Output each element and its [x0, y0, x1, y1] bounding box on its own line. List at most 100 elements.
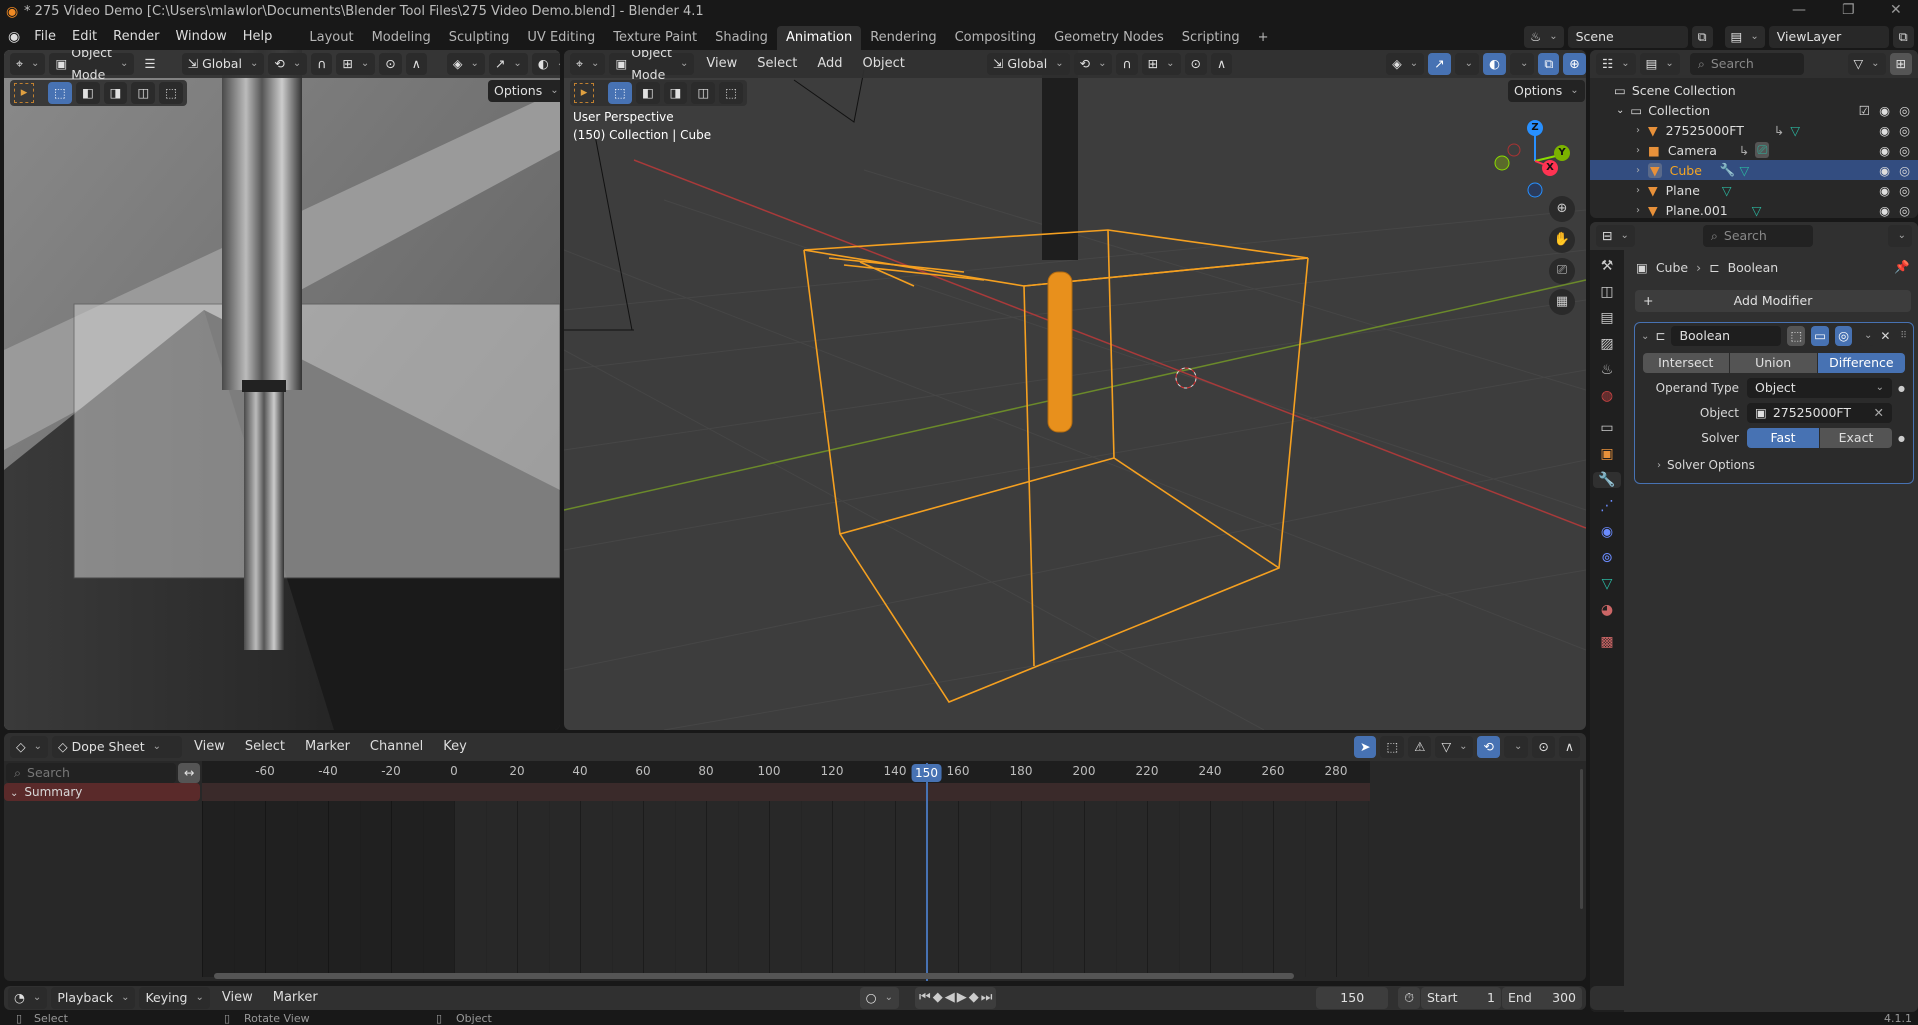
- operand-type-dropdown[interactable]: Object: [1747, 378, 1892, 398]
- tab-sculpting[interactable]: Sculpting: [440, 26, 519, 50]
- jump-to-end-icon[interactable]: ⏭: [981, 987, 993, 1009]
- pivot-icon[interactable]: ⟲: [268, 53, 308, 75]
- select-new-icon[interactable]: ⬚: [48, 82, 72, 104]
- render-camera-icon[interactable]: ◎: [1899, 143, 1910, 158]
- start-frame-field[interactable]: Start 1: [1421, 987, 1501, 1009]
- proportional-falloff-icon[interactable]: ∧: [1210, 53, 1233, 75]
- dopesheet-filter-icon[interactable]: ▽: [1435, 736, 1474, 758]
- menu-window[interactable]: Window: [167, 26, 234, 48]
- viewport-editor-type-icon[interactable]: ⌖: [570, 53, 606, 75]
- expand-arrow-icon[interactable]: ›: [1636, 165, 1640, 176]
- modifier-tab-icon[interactable]: 🔧: [1593, 472, 1621, 488]
- proportional-edit-icon[interactable]: ⊙: [379, 53, 402, 75]
- render-camera-icon[interactable]: ◎: [1899, 203, 1910, 218]
- eye-icon[interactable]: ◉: [1879, 103, 1890, 118]
- outliner-item-selected[interactable]: › ▼ Cube 🔧 ▽ ◉ ◎: [1590, 160, 1918, 180]
- viewlayer-browse-icon[interactable]: ▤: [1724, 26, 1765, 48]
- snap-icon[interactable]: ∩: [311, 53, 333, 75]
- gizmo-icon[interactable]: ↗: [488, 53, 528, 75]
- editor-type-icon[interactable]: ⌖: [10, 53, 46, 75]
- dopesheet-grid[interactable]: [202, 801, 1370, 977]
- viewport-display-toggle-icon[interactable]: ▭: [1811, 326, 1830, 346]
- outliner-item[interactable]: › ▼ 27525000FT ↳ ▽ ◉ ◎: [1590, 120, 1918, 140]
- horizontal-scrollbar[interactable]: [214, 973, 1294, 979]
- render-mode-dropdown[interactable]: ▣ Object Mode: [49, 50, 135, 82]
- select-extend-icon[interactable]: ◧: [635, 82, 660, 104]
- render-preview-viewport[interactable]: ⌖ ▣Object Mode ☰ ⇲Global ⟲ ∩ ⊞ ⊙ ∧ ◈ ↗ ◐…: [4, 50, 560, 730]
- dopesheet-falloff-icon[interactable]: ∧: [1558, 736, 1580, 758]
- modifier-name-field[interactable]: Boolean: [1671, 326, 1782, 346]
- clear-object-icon[interactable]: ✕: [1874, 403, 1884, 423]
- world-tab-icon[interactable]: ◍: [1601, 388, 1613, 404]
- snap-toggle-icon[interactable]: ∩: [1116, 53, 1138, 75]
- collapse-arrow-icon[interactable]: ⌄: [10, 788, 18, 799]
- properties-editor-type-icon[interactable]: ⊟: [1596, 225, 1635, 247]
- pan-hand-icon[interactable]: ✋: [1549, 227, 1575, 253]
- display-mode-icon[interactable]: ▤: [1639, 53, 1680, 75]
- overlay-icon[interactable]: ◐: [531, 53, 560, 75]
- select-invert-icon[interactable]: ◫: [691, 82, 716, 104]
- object-picker-field[interactable]: ▣ 27525000FT ✕: [1747, 403, 1892, 423]
- gizmo-y-axis[interactable]: Y: [1554, 145, 1570, 161]
- keyframe-dot-icon[interactable]: ●: [1898, 384, 1905, 393]
- keyframe-dot-icon[interactable]: ●: [1898, 434, 1905, 443]
- current-frame-indicator[interactable]: 150: [911, 764, 942, 782]
- exclude-checkbox[interactable]: ☑: [1859, 103, 1870, 118]
- snapping-options-icon[interactable]: [1503, 736, 1529, 758]
- add-workspace-button[interactable]: +: [1249, 26, 1278, 50]
- menu-render[interactable]: Render: [105, 26, 167, 48]
- tab-animation[interactable]: Animation: [776, 26, 862, 50]
- viewport-menu-select[interactable]: Select: [749, 53, 805, 75]
- eye-icon[interactable]: ◉: [1879, 143, 1890, 158]
- properties-search-input[interactable]: ⌕ Search: [1702, 225, 1813, 247]
- viewlayer-name-field[interactable]: ViewLayer: [1768, 26, 1889, 48]
- end-frame-field[interactable]: End 300: [1502, 987, 1582, 1009]
- navigation-gizmo[interactable]: Z Y X: [1494, 108, 1584, 198]
- render-options-dropdown[interactable]: Options: [488, 80, 560, 102]
- select-subtract-icon[interactable]: ◨: [663, 82, 688, 104]
- menu-help[interactable]: Help: [235, 26, 281, 48]
- gizmo-z-axis[interactable]: Z: [1527, 120, 1543, 136]
- only-selected-icon[interactable]: ➤: [1353, 736, 1377, 758]
- timeline-menu-marker[interactable]: Marker: [265, 987, 326, 1009]
- playback-menu[interactable]: Playback: [51, 987, 136, 1009]
- eye-icon[interactable]: ◉: [1879, 123, 1890, 138]
- timeline-menu-view[interactable]: View: [214, 987, 261, 1009]
- scene-name-field[interactable]: Scene: [1567, 26, 1688, 48]
- snap-increment-icon[interactable]: ⊞: [1141, 53, 1181, 75]
- tab-modeling[interactable]: Modeling: [363, 26, 440, 50]
- camera-data-icon[interactable]: ⎚: [1755, 142, 1770, 158]
- proportional-editing-icon[interactable]: ⟲: [1477, 736, 1500, 758]
- minimize-icon[interactable]: —: [1792, 2, 1806, 18]
- menu-file[interactable]: File: [26, 26, 64, 48]
- selectability-visibility-icon[interactable]: ◈: [1386, 53, 1425, 75]
- tool-tab-icon[interactable]: ⚒: [1601, 258, 1614, 274]
- summary-channel[interactable]: ⌄ Summary: [4, 783, 200, 801]
- proportional-editing-icon[interactable]: ⊙: [1184, 53, 1207, 75]
- jump-to-keyframe-prev-icon[interactable]: ◆: [933, 987, 943, 1009]
- render-camera-icon[interactable]: ◎: [1899, 163, 1910, 178]
- keying-menu[interactable]: Keying: [139, 987, 210, 1009]
- viewport-menu-add[interactable]: Add: [809, 53, 850, 75]
- object-tab-icon[interactable]: ▣: [1600, 446, 1613, 462]
- mesh-data-icon[interactable]: ▽: [1790, 123, 1800, 138]
- xray-toggle-icon[interactable]: ⧉: [1538, 53, 1560, 75]
- camera-view-icon[interactable]: ⎚: [1549, 258, 1575, 284]
- select-tool-icon[interactable]: ▸: [574, 83, 594, 103]
- render-camera-icon[interactable]: ◎: [1899, 183, 1910, 198]
- new-collection-icon[interactable]: ⊞: [1889, 53, 1912, 75]
- select-new-icon[interactable]: ⬚: [608, 82, 632, 104]
- viewport-options-dropdown[interactable]: Options: [1508, 80, 1585, 102]
- tab-compositing[interactable]: Compositing: [946, 26, 1046, 50]
- expand-arrow-icon[interactable]: ›: [1636, 205, 1640, 216]
- mesh-data-icon[interactable]: ▽: [1722, 183, 1732, 198]
- tab-uv-editing[interactable]: UV Editing: [518, 26, 604, 50]
- data-tab-icon[interactable]: ▽: [1602, 576, 1613, 592]
- eye-icon[interactable]: ◉: [1879, 163, 1890, 178]
- zoom-view-icon[interactable]: ⊕: [1549, 196, 1575, 222]
- render-camera-icon[interactable]: ◎: [1899, 123, 1910, 138]
- dopesheet-menu-marker[interactable]: Marker: [297, 736, 358, 758]
- jump-to-start-icon[interactable]: ⏮: [919, 987, 931, 1009]
- show-errors-icon[interactable]: ⚠: [1408, 736, 1432, 758]
- jump-to-keyframe-next-icon[interactable]: ◆: [969, 987, 979, 1009]
